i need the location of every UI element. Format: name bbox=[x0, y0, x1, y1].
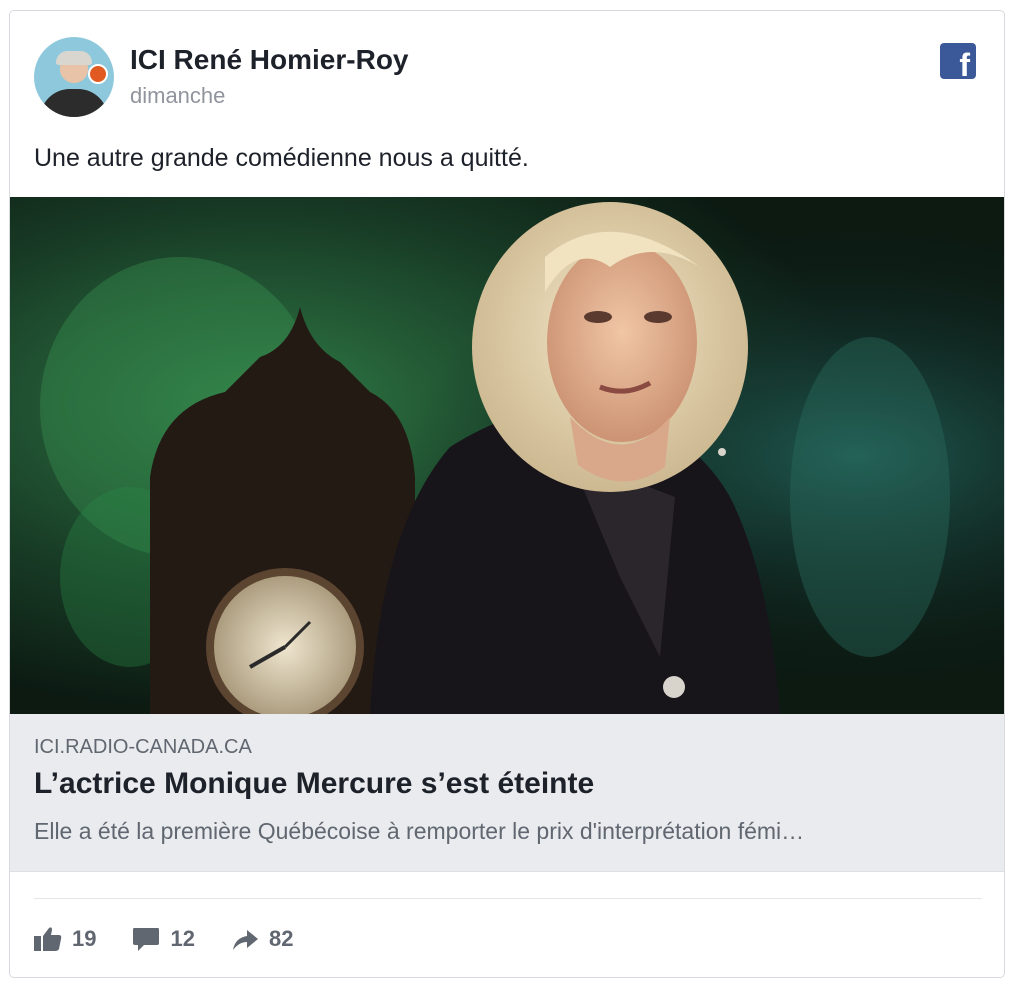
link-domain: ICI.RADIO-CANADA.CA bbox=[34, 736, 252, 758]
link-title[interactable]: L’actrice Monique Mercure s’est éteinte bbox=[34, 767, 594, 801]
link-preview-image[interactable] bbox=[10, 197, 1004, 714]
link-description: Elle a été la première Québécoise à remp… bbox=[34, 818, 805, 844]
engagement-stats: 19 12 82 bbox=[34, 923, 329, 955]
facebook-post-card: ICI René Homier-Roy dimanche f Une autre… bbox=[9, 10, 1005, 978]
avatar-hair bbox=[56, 51, 92, 65]
author-name[interactable]: ICI René Homier-Roy bbox=[130, 44, 409, 76]
share-count[interactable]: 82 bbox=[231, 926, 293, 952]
facebook-icon[interactable]: f bbox=[940, 43, 976, 79]
post-timestamp[interactable]: dimanche bbox=[130, 83, 225, 109]
link-preview-box[interactable]: ICI.RADIO-CANADA.CA L’actrice Monique Me… bbox=[10, 714, 1004, 872]
like-count-value: 19 bbox=[72, 926, 97, 951]
share-count-value: 82 bbox=[268, 926, 294, 951]
thumbs-up-icon bbox=[34, 927, 62, 951]
author-avatar[interactable] bbox=[34, 37, 114, 117]
comment-count-value: 12 bbox=[170, 926, 195, 951]
radio-canada-logo-icon bbox=[88, 64, 108, 84]
post-message: Une autre grande comédienne nous a quitt… bbox=[34, 144, 529, 172]
share-arrow-icon bbox=[232, 930, 258, 950]
like-count[interactable]: 19 bbox=[34, 926, 96, 952]
avatar-shirt bbox=[40, 89, 108, 117]
stats-divider bbox=[34, 898, 982, 899]
comment-bubble-icon bbox=[133, 928, 160, 951]
comment-count[interactable]: 12 bbox=[132, 926, 195, 952]
